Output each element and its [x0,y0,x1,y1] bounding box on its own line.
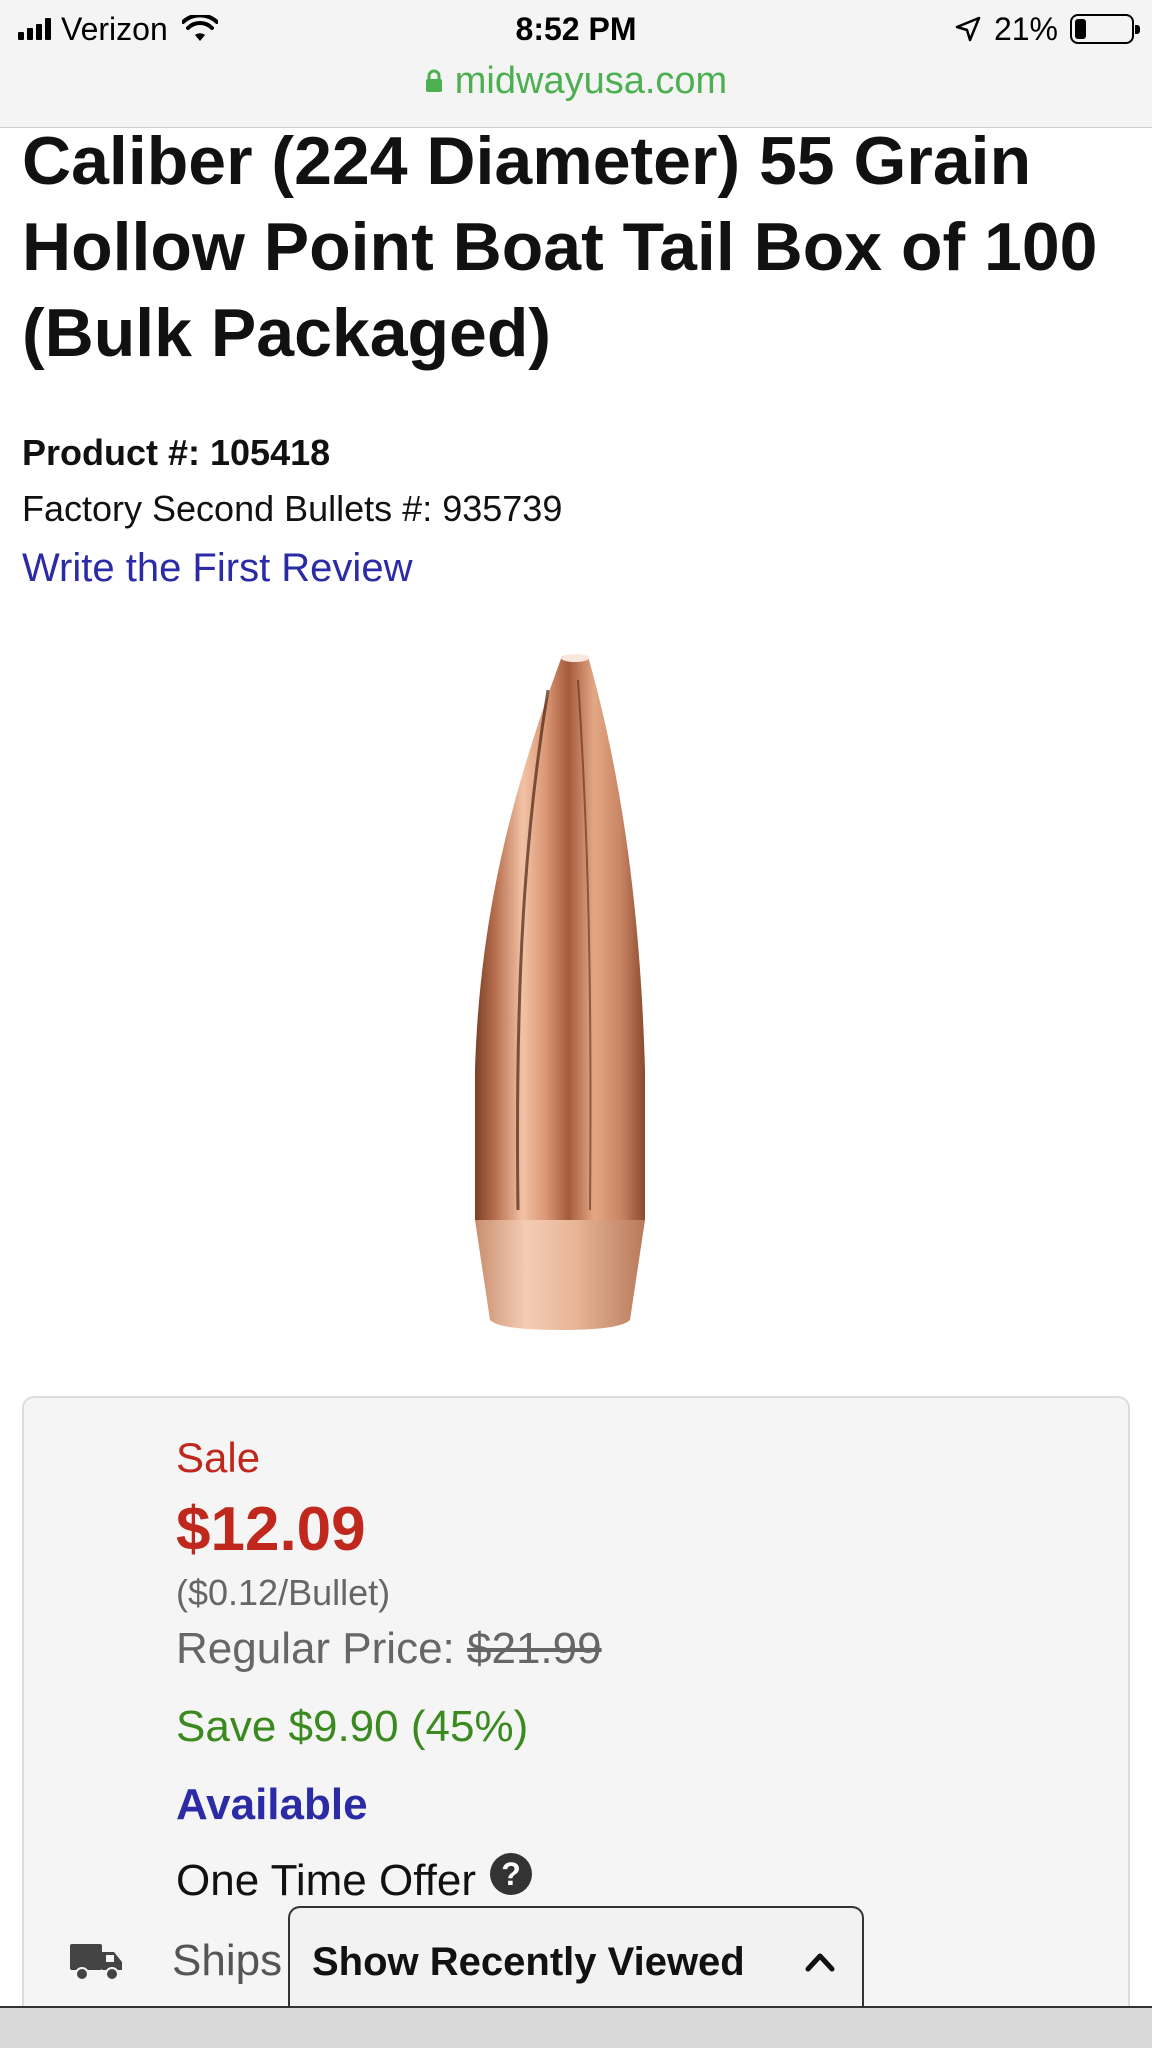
bottom-toolbar [0,2006,1152,2048]
product-number: Product #: 105418 [22,432,331,473]
ships-text: Ships [172,1936,283,1985]
one-time-offer: One Time Offer ? [176,1853,532,1906]
sale-label: Sale [176,1434,261,1481]
regular-price: Regular Price: $21.99 [176,1624,602,1674]
truck-icon [70,1944,122,1981]
battery-icon [1070,14,1140,44]
price-per-unit: ($0.12/Bullet) [176,1572,391,1613]
write-review-link[interactable]: Write the First Review [22,546,412,591]
savings-text: Save $9.90 (45%) [176,1702,529,1751]
url-text: midwayusa.com [454,59,728,102]
status-bar: Verizon 8:52 PM 21% midwayusa.com [0,0,1152,128]
recently-viewed-label: Show Recently Viewed [312,1939,745,1984]
regular-price-label: Regular Price: [176,1624,468,1673]
lock-icon [425,69,442,92]
status-right: 21% [954,8,1140,50]
help-icon[interactable]: ? [489,1853,532,1895]
sale-price: $12.09 [176,1495,366,1564]
battery-percent: 21% [993,10,1058,47]
chevron-up-icon [805,1953,835,1972]
show-recently-viewed-button[interactable]: Show Recently Viewed [288,1906,864,2016]
offer-label: One Time Offer [176,1856,476,1905]
product-image[interactable] [470,650,680,1340]
page: Verizon 8:52 PM 21% midwayusa.com Calibe… [0,0,1152,2048]
regular-price-value: $21.99 [467,1624,602,1673]
availability-status: Available [176,1780,368,1829]
product-title: Caliber (224 Diameter) 55 Grain Hollow P… [22,123,1098,371]
address-bar[interactable]: midwayusa.com [0,56,1152,106]
location-arrow-icon [955,16,981,42]
factory-second-number: Factory Second Bullets #: 935739 [22,488,563,529]
